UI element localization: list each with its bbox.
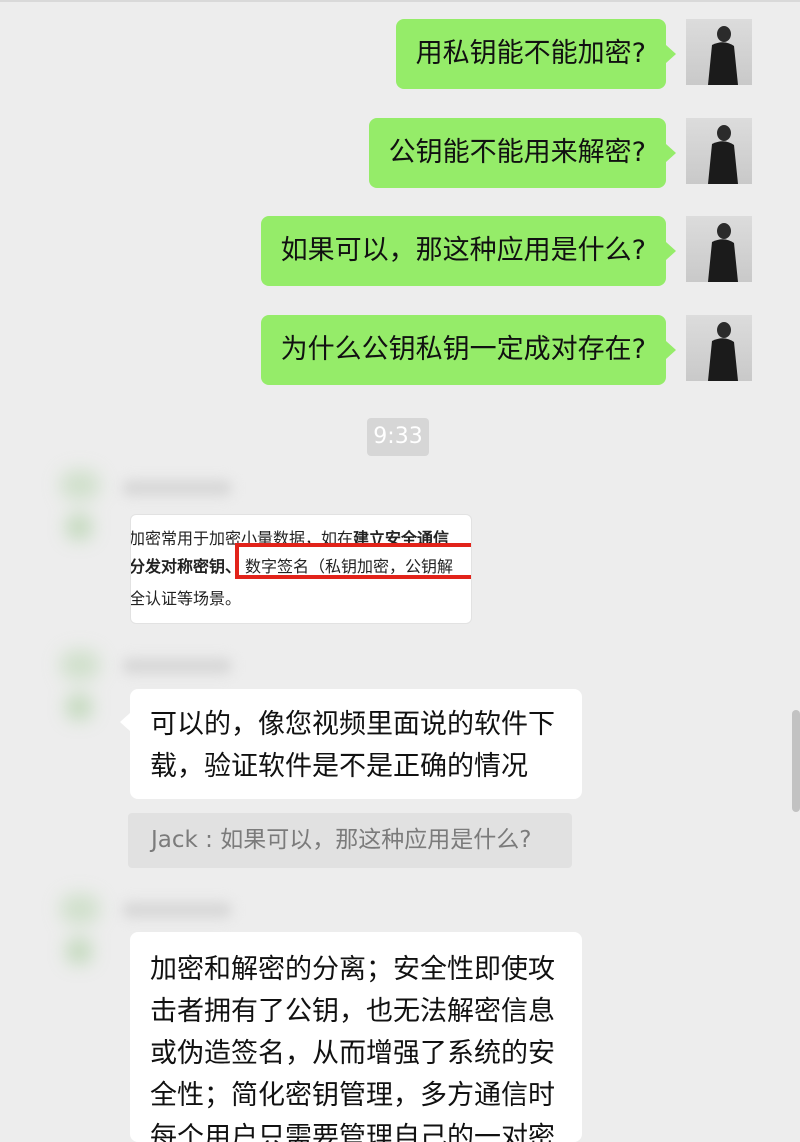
person-silhouette-icon: [708, 26, 738, 85]
image-highlight-text: 数字签名（私钥加密，公钥解: [245, 557, 454, 576]
person-silhouette-icon: [708, 322, 738, 381]
image-message[interactable]: 加密常用于加密小量数据，如在建立安全通信 分发对称密钥、 数字签名（私钥加密，公…: [130, 514, 472, 624]
sent-message-1[interactable]: 用私钥能不能加密?: [395, 19, 677, 89]
top-divider: [0, 0, 800, 2]
contact-avatar[interactable]: [50, 470, 108, 560]
contact-name: [122, 902, 232, 918]
contact-name: [122, 658, 232, 674]
message-line: 击者拥有了公钥，也无法解密信息: [150, 996, 555, 1027]
person-silhouette-icon: [708, 125, 738, 184]
image-text-line3: 全认证等场景。: [130, 589, 242, 608]
contact-avatar[interactable]: [50, 894, 108, 984]
sent-message-4[interactable]: 为什么公钥私钥一定成对存在?: [260, 315, 677, 385]
my-avatar[interactable]: [686, 118, 752, 184]
my-avatar[interactable]: [686, 216, 752, 282]
chat-scrollbar[interactable]: [792, 710, 800, 812]
received-message-1[interactable]: 可以的，像您视频里面说的软件下 载，验证软件是不是正确的情况: [120, 689, 582, 799]
person-silhouette-icon: [708, 223, 738, 282]
my-avatar[interactable]: [686, 315, 752, 381]
message-line: 载，验证软件是不是正确的情况: [150, 751, 528, 782]
message-line: 可以的，像您视频里面说的软件下: [150, 709, 555, 740]
message-line: 全性；简化密钥管理，多方通信时: [150, 1080, 555, 1111]
sent-message-3[interactable]: 如果可以，那这种应用是什么?: [260, 216, 677, 286]
received-message-2[interactable]: 加密和解密的分离；安全性即使攻 击者拥有了公钥，也无法解密信息 或伪造签名，从而…: [130, 932, 582, 1142]
message-timestamp: 9:33: [367, 418, 429, 456]
message-line: 每个用户只需要管理自己的一对密: [150, 1122, 555, 1142]
contact-avatar[interactable]: [50, 650, 108, 740]
contact-name: [122, 480, 232, 496]
sent-message-2[interactable]: 公钥能不能用来解密?: [368, 118, 677, 188]
quoted-reply[interactable]: Jack : 如果可以，那这种应用是什么?: [128, 813, 572, 868]
message-line: 或伪造签名，从而增强了系统的安: [150, 1038, 555, 1069]
my-avatar[interactable]: [686, 19, 752, 85]
message-line: 加密和解密的分离；安全性即使攻: [150, 954, 555, 985]
image-text-line2: 分发对称密钥、: [130, 557, 242, 576]
